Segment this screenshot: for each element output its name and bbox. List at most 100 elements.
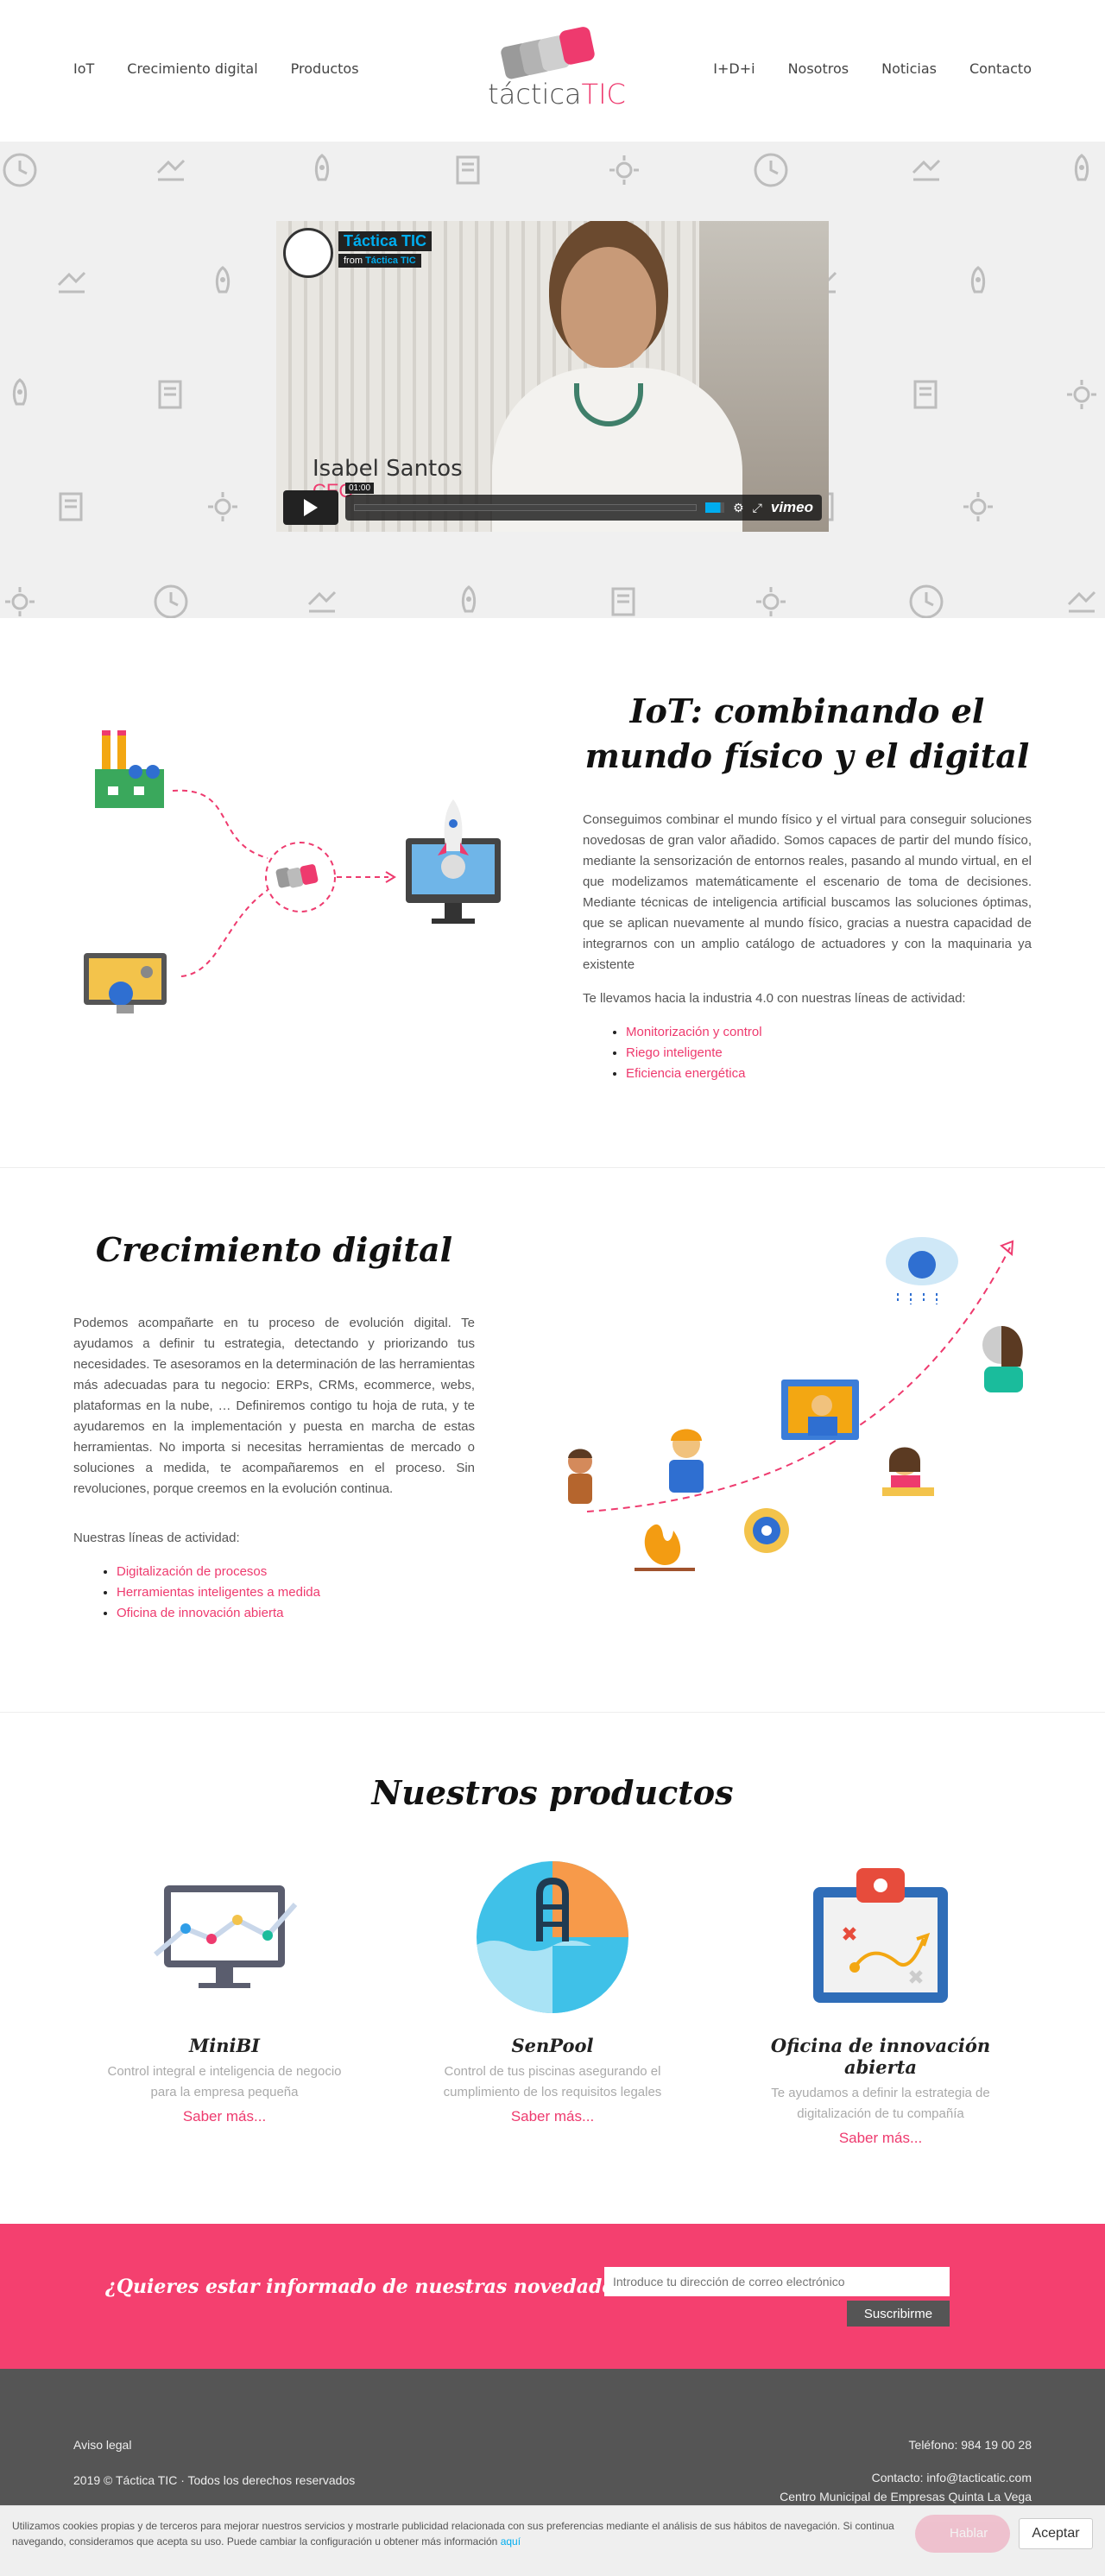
pattern-decor-icon [751,150,791,190]
product-card-oficina: Oficina de innovación abierta Te ayudamo… [751,1859,1010,2147]
newsletter-question: ¿Quieres estar informado de nuestras nov… [105,2276,636,2298]
newsletter-email-input[interactable] [604,2267,950,2296]
settings-gear-icon[interactable]: ⚙ [733,501,744,515]
pattern-decor-icon [906,582,946,618]
hero-section: Táctica TIC from Táctica TIC Isabel Sant… [0,142,1105,618]
iot-activity-list: Monitorización y control Riego inteligen… [583,1022,762,1084]
pattern-decor-icon [203,262,243,302]
iot-title: IoT: combinando el mundo físico y el dig… [584,691,1030,775]
iot-lead: Te llevamos hacia la industria 4.0 con n… [583,991,966,1006]
product-more-link-minibi[interactable]: Saber más... [95,2108,354,2125]
video-title[interactable]: Táctica TIC [338,231,433,251]
cookie-more-info-link[interactable]: aquí [501,2535,521,2548]
video-channel-link[interactable]: Táctica TIC [365,256,416,266]
site-header: IoT Crecimiento digital Productos táctic… [0,0,1105,142]
nav-link-idi[interactable]: I+D+i [713,60,755,77]
nav-link-iot[interactable]: IoT [73,60,94,77]
nav-link-productos[interactable]: Productos [291,60,359,77]
copyright-text: 2019 © Táctica TIC · Todos los derechos … [73,2473,356,2487]
product-name: SenPool [511,2035,594,2056]
cookie-banner: Utilizamos cookies propias y de terceros… [0,2505,1105,2576]
pattern-decor-icon [604,150,644,190]
play-icon [304,499,318,516]
iot-link-monitorizacion[interactable]: Monitorización y control [626,1025,762,1039]
digital-link-herramientas[interactable]: Herramientas inteligentes a medida [117,1585,320,1600]
digital-growth-section: Crecimiento digital Podemos acompañarte … [0,1168,1105,1712]
product-name: MiniBI [188,2035,261,2056]
product-desc: Control de tus piscinas asegurando el cu… [443,2064,662,2099]
dashboard-monitor-icon [84,953,167,1013]
cookie-text: Utilizamos cookies propias y de terceros… [12,2520,894,2548]
vimeo-logo[interactable]: vimeo [771,499,813,516]
list-item: Digitalización de procesos [117,1562,320,1582]
video-player[interactable]: Táctica TIC from Táctica TIC Isabel Sant… [276,221,829,532]
pattern-decor-icon [52,262,92,302]
iot-illustration [84,730,501,1013]
video-channel-avatar[interactable] [283,228,333,278]
pattern-decor-icon [906,375,946,414]
pattern-decor-icon [151,150,191,190]
fire-icon [635,1524,695,1571]
list-item: Monitorización y control [626,1022,762,1043]
digital-title: Crecimiento digital [95,1230,453,1269]
nav-link-crecimiento-digital[interactable]: Crecimiento digital [127,60,257,77]
video-controls: 01:00 ⚙ ⤢ vimeo [283,483,822,525]
footer-email[interactable]: Contacto: info@tacticatic.com [780,2468,1032,2487]
digital-link-oficina[interactable]: Oficina de innovación abierta [117,1606,283,1620]
list-item: Eficiencia energética [626,1064,762,1084]
video-time: 01:00 [345,483,375,494]
site-logo[interactable]: tácticaTIC [483,24,630,110]
pattern-decor-icon [449,582,489,618]
play-button[interactable] [283,490,338,525]
product-name: Oficina de innovación abierta [770,2035,991,2078]
iot-section: IoT: combinando el mundo físico y el dig… [0,618,1105,1167]
gear-wheel-icon [744,1508,789,1553]
chat-widget-button[interactable]: Hablar [915,2515,1010,2553]
logo-mark-icon [501,27,595,79]
factory-icon [95,730,164,808]
accept-cookies-button[interactable]: Aceptar [1019,2518,1093,2549]
product-more-link-senpool[interactable]: Saber más... [423,2108,682,2125]
products-section: Nuestros productos MiniBI Control integr… [0,1713,1105,2224]
fullscreen-icon[interactable]: ⤢ [753,501,762,515]
pattern-decor-icon [0,582,40,618]
digital-lead: Nuestras líneas de actividad: [73,1531,240,1545]
tactica-hub-icon [265,842,336,912]
iot-link-riego[interactable]: Riego inteligente [626,1045,723,1060]
footer-address: Centro Municipal de Empresas Quinta La V… [780,2490,1032,2503]
caveman-icon [568,1449,592,1504]
footer-contact-block: Contacto: info@tacticatic.com Centro Mun… [780,2468,1032,2506]
pattern-decor-icon [151,582,191,618]
swimming-pool-icon [477,1861,628,2013]
pattern-decor-icon [906,150,946,190]
volume-icon[interactable] [705,502,725,513]
subscribe-button[interactable]: Suscribirme [847,2301,950,2327]
nav-link-nosotros[interactable]: Nosotros [788,60,849,77]
video-caption-name: Isabel Santos [313,456,463,482]
footer-phone: Teléfono: 984 19 00 28 [908,2438,1032,2452]
nav-link-noticias[interactable]: Noticias [881,60,937,77]
pattern-decor-icon [0,375,40,414]
cyborg-woman-icon [982,1326,1023,1392]
iot-link-eficiencia[interactable]: Eficiencia energética [626,1066,745,1081]
digital-body: Podemos acompañarte en tu proceso de evo… [73,1316,475,1496]
pattern-decor-icon [52,487,92,527]
construction-worker-icon [669,1429,704,1493]
strategy-board-icon [813,1868,948,2003]
pattern-decor-icon [604,582,644,618]
product-more-link-oficina[interactable]: Saber más... [751,2130,1010,2147]
list-item: Herramientas inteligentes a medida [117,1582,320,1603]
pattern-decor-icon [958,262,998,302]
list-item: Oficina de innovación abierta [117,1603,320,1624]
legal-notice-link[interactable]: Aviso legal [73,2438,131,2452]
nav-link-contacto[interactable]: Contacto [969,60,1032,77]
pattern-decor-icon [1062,375,1102,414]
pattern-decor-icon [958,487,998,527]
cloud-brain-icon [886,1237,958,1304]
video-progress-track[interactable] [354,504,698,511]
digital-activity-list: Digitalización de procesos Herramientas … [73,1562,320,1624]
pattern-decor-icon [302,582,342,618]
product-card-senpool: SenPool Control de tus piscinas aseguran… [423,1859,682,2125]
products-title: Nuestros productos [371,1773,734,1812]
digital-link-procesos[interactable]: Digitalización de procesos [117,1564,267,1579]
